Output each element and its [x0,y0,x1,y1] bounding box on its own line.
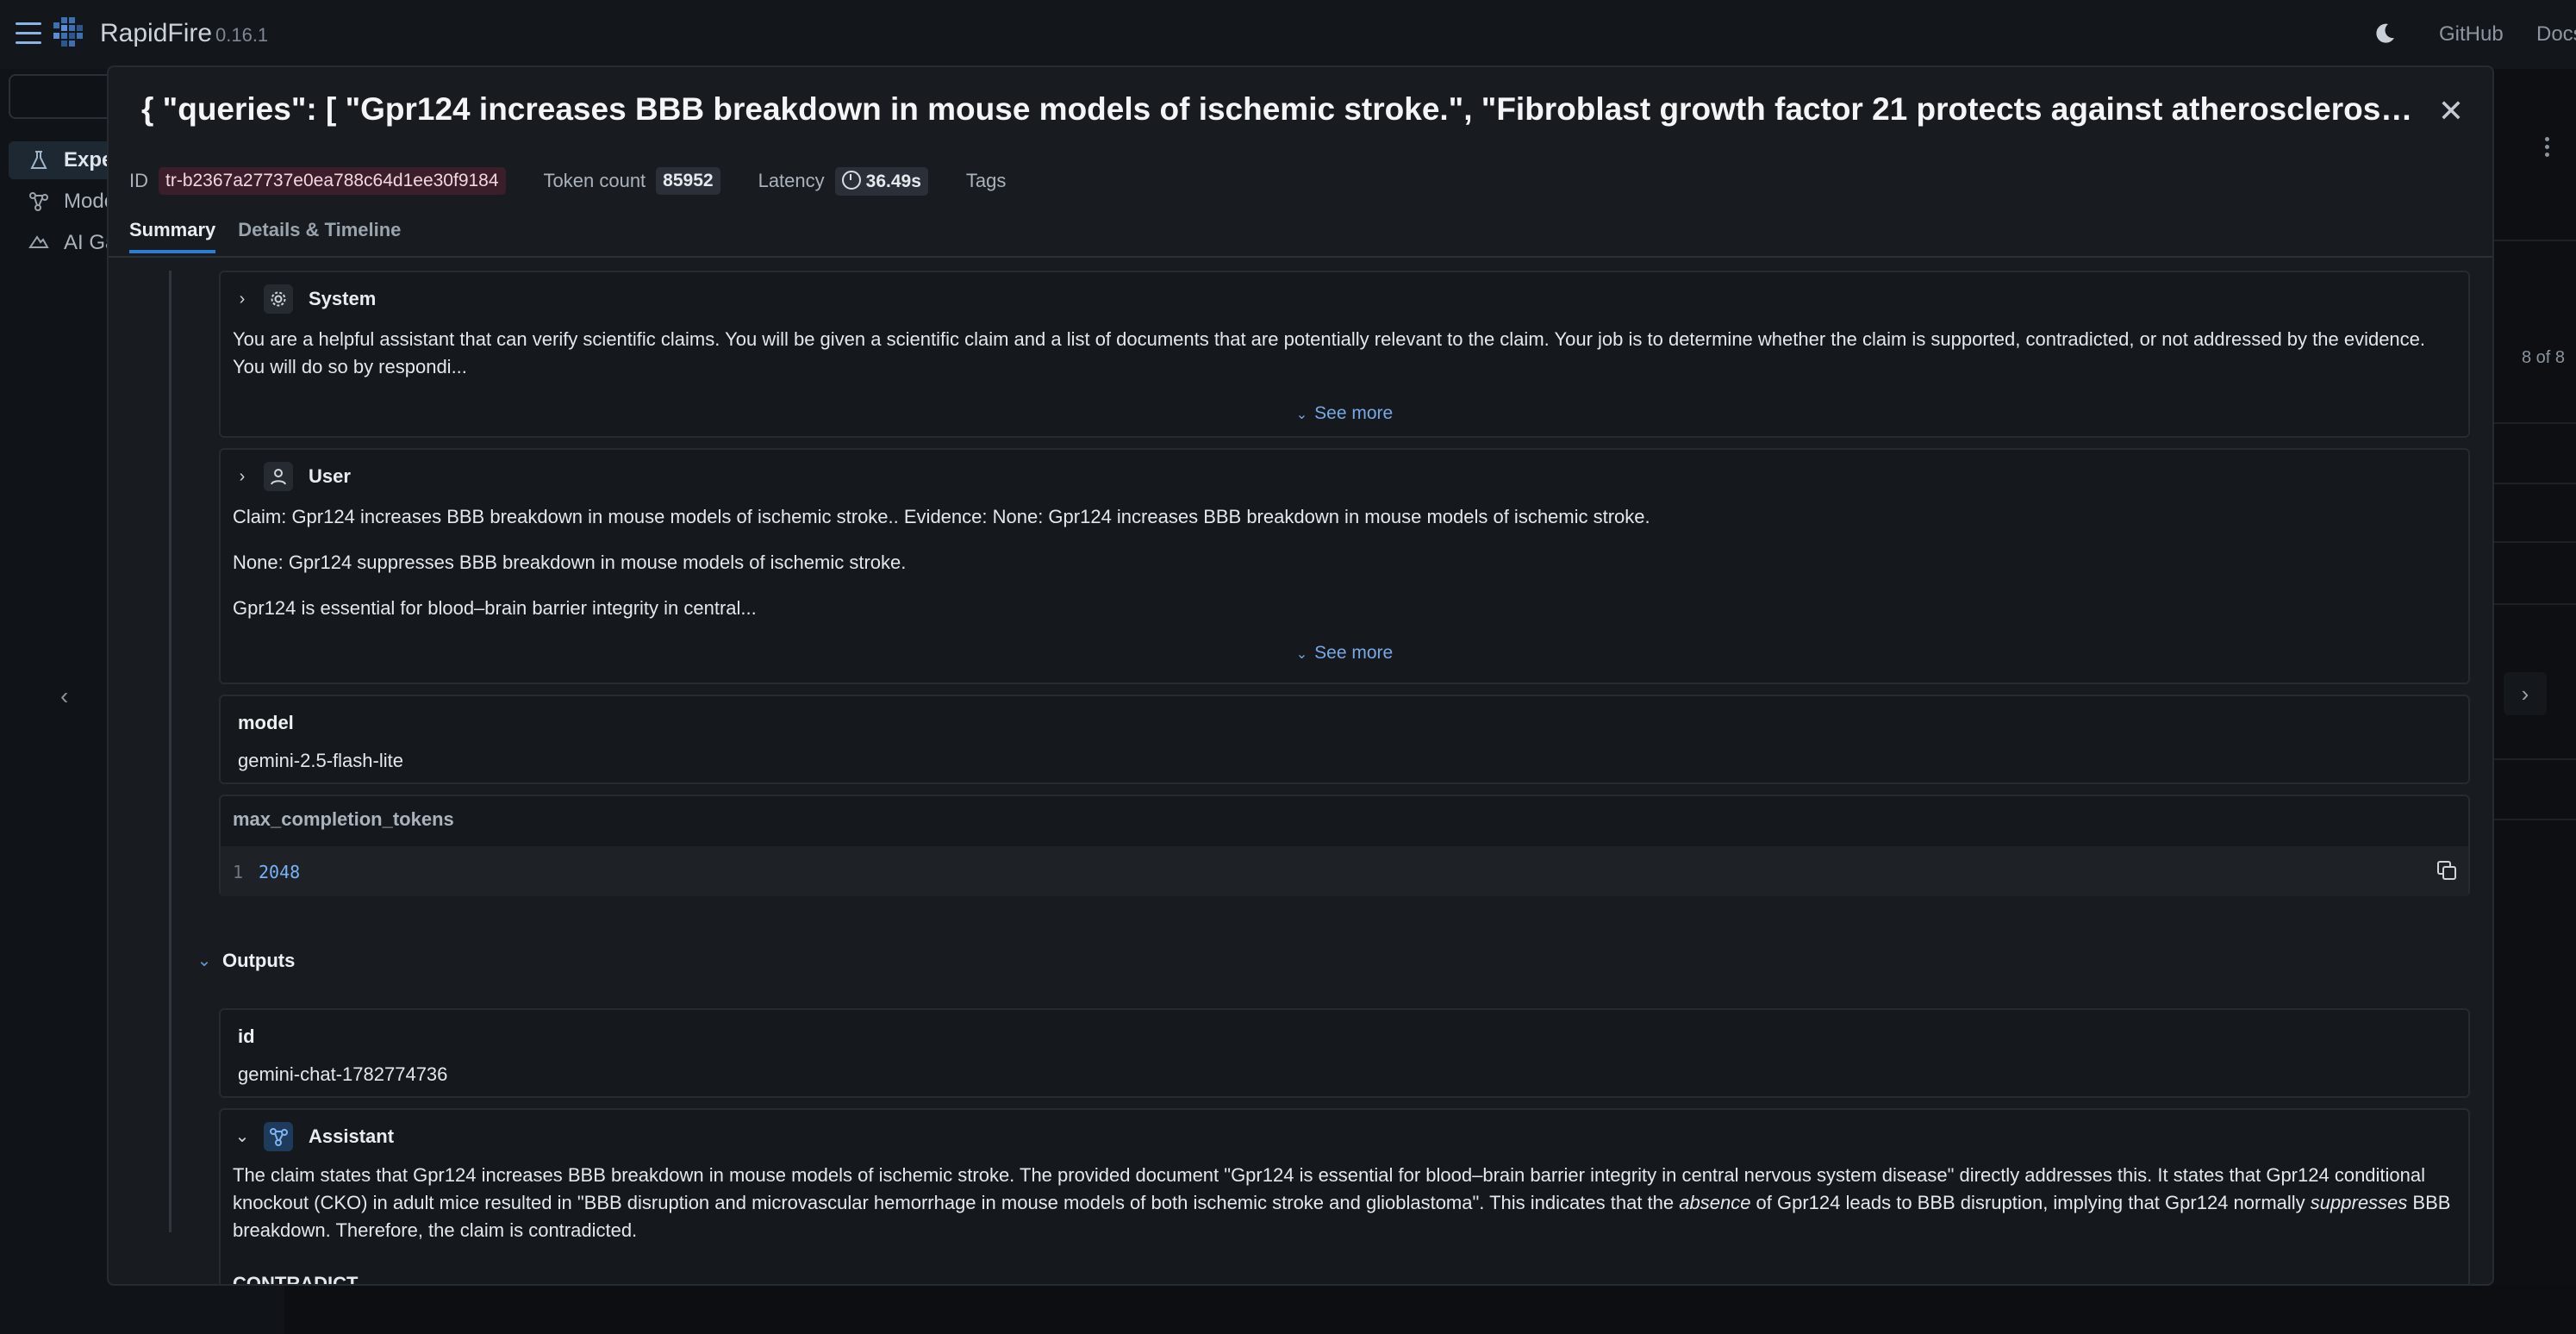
user-message-card: › User Claim: Gpr124 increases BBB break… [219,448,2470,684]
trace-id-value[interactable]: tr-b2367a27737e0ea788c64d1ee30f9184 [159,167,506,195]
id-label: ID [129,170,148,191]
user-message-header[interactable]: › User [233,462,351,491]
brand-name: RapidFire [100,19,213,47]
trace-title: { "queries": [ "Gpr124 increases BBB bre… [141,91,2417,127]
background-divider [2491,483,2576,484]
line-number: 1 [233,862,244,882]
background-divider [2491,603,2576,605]
outputs-label: Outputs [222,950,296,971]
role-name: User [309,465,351,487]
chevron-right-icon[interactable]: › [233,290,252,309]
chevron-right-icon[interactable]: › [2504,672,2547,715]
see-more-button[interactable]: ⌄ See more [221,403,2468,424]
see-more-button[interactable]: ⌄ See more [221,643,2468,664]
token-count-value: 85952 [656,167,720,195]
assistant-message-card: ⌄ Assistant The claim states that Gpr124… [219,1108,2470,1286]
assistant-verdict: CONTRADICT [233,1273,359,1286]
latency-value: 36.49s [865,171,921,191]
tab-details-timeline[interactable]: Details & Timeline [238,219,401,253]
output-id-card: id gemini-chat-1782774736 [219,1008,2470,1098]
tab-summary[interactable]: Summary [129,219,216,253]
clock-icon [841,170,861,190]
background-divider [2491,240,2576,241]
param-key: id [238,1025,255,1047]
param-model-card: model gemini-2.5-flash-lite [219,695,2470,784]
assistant-message-header[interactable]: ⌄ Assistant [233,1122,394,1151]
copy-icon[interactable] [2436,859,2458,882]
background-footer [284,1284,2576,1334]
user-message-line: None: Gpr124 suppresses BBB breakdown in… [233,552,907,573]
code-block: 1 2048 [221,846,2468,896]
rapidfire-logo-icon [53,17,83,47]
outputs-section-header[interactable]: ⌄ Outputs [195,950,296,972]
sidebar-item-label: Expe [64,148,114,171]
chevron-down-icon[interactable]: ⌄ [233,1127,252,1146]
param-value: gemini-chat-1782774736 [238,1063,448,1085]
nav-docs-link[interactable]: Docs [2536,22,2576,47]
system-message-text: You are a helpful assistant that can ver… [233,328,2426,377]
param-max-tokens-card: max_completion_tokens 1 2048 [219,795,2470,896]
top-bar: RapidFire 0.16.1 GitHub Docs [0,0,2576,69]
result-count: 8 of 8 [2522,348,2566,367]
moon-icon[interactable] [2372,21,2398,47]
more-options-icon[interactable] [2534,134,2560,168]
trace-tabs: Summary Details & Timeline [129,219,423,253]
tab-divider [109,256,2492,258]
see-more-label: See more [1314,643,1394,663]
system-message-header[interactable]: › System [233,284,376,314]
nav-github-link[interactable]: GitHub [2439,22,2504,47]
token-count-label: Token count [543,170,646,191]
chevron-left-icon[interactable]: ‹ [60,683,86,709]
assistant-message-text: The claim states that Gpr124 increases B… [233,1164,2451,1241]
user-message-line: Claim: Gpr124 increases BBB breakdown in… [233,506,1650,527]
chevron-down-icon[interactable]: ⌄ [195,951,214,970]
system-message-card: › System You are a helpful assistant tha… [219,271,2470,438]
app-version: 0.16.1 [215,24,269,46]
gateway-icon [28,235,49,248]
assistant-icon [264,1122,293,1151]
chevron-right-icon[interactable]: › [233,467,252,486]
see-more-label: See more [1314,403,1394,423]
background-divider [2491,541,2576,543]
role-name: System [309,288,377,309]
background-divider [2491,758,2576,760]
param-key: max_completion_tokens [233,808,454,830]
trace-detail-modal: { "queries": [ "Gpr124 increases BBB bre… [107,65,2494,1286]
menu-icon[interactable] [16,22,41,47]
background-divider [2491,422,2576,424]
tree-guide-line [169,271,172,1232]
trace-metadata: ID tr-b2367a27737e0ea788c64d1ee30f9184 T… [129,164,1016,198]
latency-label: Latency [758,170,825,191]
user-icon [264,462,293,491]
chevron-down-icon: ⌄ [1295,647,1308,662]
flask-icon [30,151,47,169]
tags-label[interactable]: Tags [966,170,1006,192]
param-value: gemini-2.5-flash-lite [238,750,403,771]
role-name: Assistant [309,1125,395,1147]
latency-badge: 36.49s [834,166,928,196]
background-divider [2491,819,2576,820]
gear-icon [264,284,293,314]
param-key: model [238,712,294,733]
summary-content: › System You are a helpful assistant tha… [109,259,2492,1284]
models-icon [29,192,48,211]
close-icon[interactable]: ✕ [2436,96,2467,128]
chevron-down-icon: ⌄ [1295,408,1308,422]
code-value: 2048 [259,862,301,882]
user-message-line: Gpr124 is essential for blood–brain barr… [233,597,757,619]
